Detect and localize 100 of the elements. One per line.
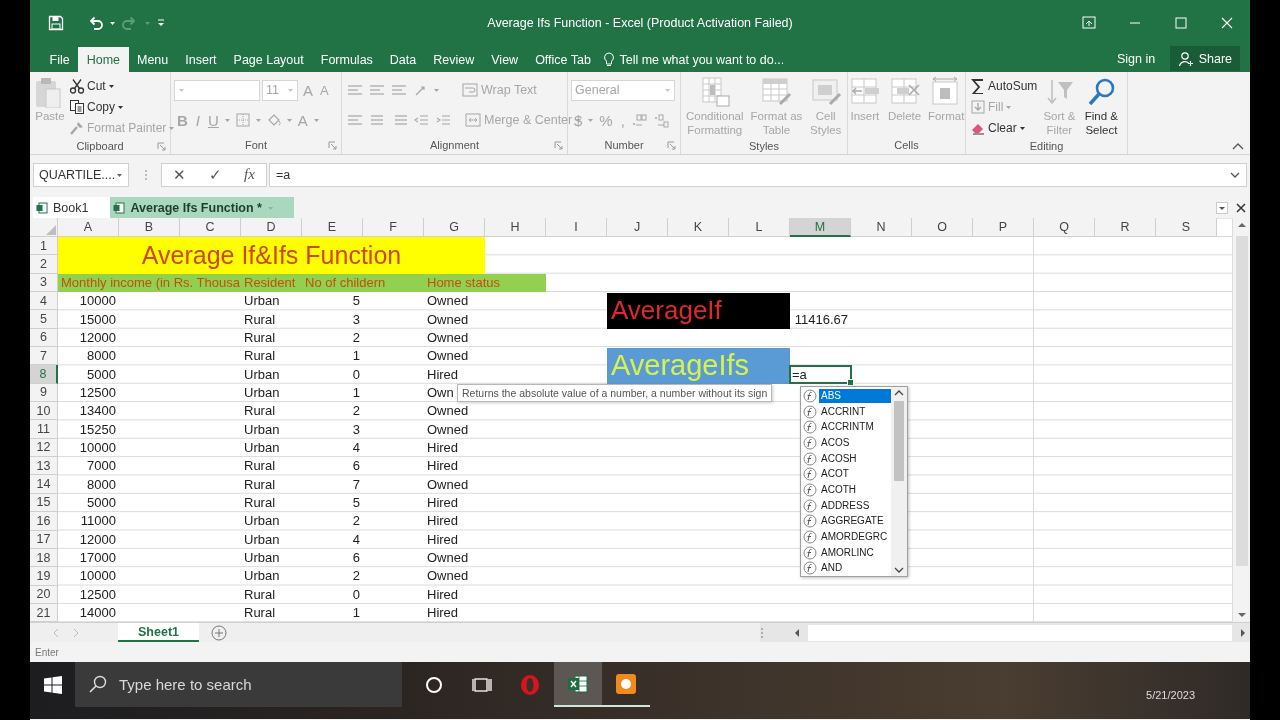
customize-icon[interactable] [156,16,166,29]
ribbon-command[interactable]: Cut [68,75,177,96]
insert-function-button[interactable]: fx [239,166,259,183]
autocomplete-item[interactable]: AMORDEGRC [819,529,891,544]
table-cell-text: 2 [351,568,361,585]
column-header[interactable]: C [180,218,241,237]
autocomplete-item[interactable]: ACOT [819,467,891,482]
ribbon-command[interactable]: Clear [969,117,1039,138]
autocomplete-item[interactable]: ACCRINTM [819,420,891,435]
grip-icon[interactable] [760,626,764,639]
row-header[interactable]: 4 [30,292,58,311]
column-header[interactable]: M [790,218,851,237]
column-header[interactable]: O [912,218,973,237]
column-header[interactable]: D [241,218,302,237]
column-header[interactable]: Q [1034,218,1095,237]
workbook-tab[interactable]: Average Ifs Function * [110,197,294,218]
enter-button[interactable]: ✓ [204,165,226,184]
copy-icon [69,98,85,115]
sheet-tab[interactable]: Sheet1 [118,623,199,642]
table-cell-text: Owned [426,311,470,328]
row-header[interactable]: 19 [30,567,58,586]
dialog-launcher-icon[interactable] [328,140,337,150]
autocomplete-item[interactable]: ACOSH [819,451,891,466]
name-box[interactable]: QUARTILE.... [33,162,129,187]
column-header[interactable]: H [485,218,546,237]
add-sheet-icon[interactable] [211,624,227,641]
cancel-button[interactable]: ✕ [169,165,191,184]
active-cell[interactable]: =a [789,365,852,384]
next-sheet-icon[interactable] [72,627,80,638]
table-cell-text: 12000 [78,329,117,346]
ribbon-command[interactable]: Copy [68,96,177,117]
ribbon-tab[interactable]: Data [381,47,425,72]
column-header[interactable]: K [668,218,729,237]
scroll-thumb[interactable] [808,624,1232,641]
row-header[interactable]: 16 [30,512,58,531]
expand-icon[interactable] [1230,170,1240,179]
autocomplete-item[interactable]: AGGREGATE [819,514,891,529]
ribbon-tab[interactable]: Formulas [312,47,382,72]
spreadsheet-icon [113,201,126,214]
dialog-launcher-icon[interactable] [157,141,166,151]
autocomplete-item[interactable]: ABS [819,388,891,403]
column-header[interactable]: P [973,218,1034,237]
lightbulb-icon [603,51,616,68]
ribbon-tab[interactable]: Home [78,47,129,72]
column-header[interactable]: S [1156,218,1217,237]
row-header[interactable]: 11 [30,420,58,439]
autocomplete-item[interactable]: ACOTH [819,482,891,497]
previous-sheet-icon[interactable] [52,627,60,638]
ribbon-tab[interactable]: Page Layout [225,47,313,72]
autocomplete-item[interactable]: AND [819,561,891,576]
row-header[interactable]: 7 [30,347,58,366]
close-icon[interactable] [1236,202,1246,213]
autocomplete-item[interactable]: ADDRESS [819,498,891,513]
ribbon-command[interactable]: Find & Select [1080,75,1123,138]
row-header[interactable]: 13 [30,457,58,476]
borders-icon [234,112,251,128]
table-cell-text: 10000 [78,568,117,585]
row-header[interactable]: 1 [30,237,58,256]
dialog-launcher-icon[interactable] [554,140,563,150]
sign-in-link[interactable]: Sign in [1108,46,1164,71]
function-icon [803,498,817,513]
dialog-launcher-icon[interactable] [667,140,676,150]
save-icon[interactable] [48,14,64,31]
column-header[interactable]: E [302,218,363,237]
ribbon-tab[interactable]: Review [424,47,483,72]
fill-down-icon [970,98,986,115]
ribbon-command[interactable]: AutoSum [969,75,1039,96]
ring-icon[interactable] [518,672,542,697]
column-header[interactable]: L [729,218,790,237]
ribbon-tab[interactable]: Office Tab [526,47,600,72]
row-header[interactable]: 5 [30,310,58,329]
column-header[interactable]: B [119,218,180,237]
row-header[interactable]: 8 [30,365,58,384]
workbook-tab[interactable]: Book1 [33,197,111,218]
autocomplete-item[interactable]: ACCRINT [819,404,891,419]
windows-icon[interactable] [43,675,62,694]
ribbon-tab[interactable]: Menu [128,47,177,72]
collapse-ribbon-icon[interactable] [1232,142,1244,150]
column-header[interactable]: A [58,218,119,237]
row-header[interactable]: 14 [30,475,58,494]
autocomplete-item[interactable]: AMORLINC [819,545,891,560]
autocomplete-item[interactable]: ACOS [819,435,891,450]
column-header[interactable]: G [424,218,485,237]
column-header[interactable]: J [607,218,668,237]
formula-field[interactable]: =a [269,162,1247,187]
column-header[interactable]: N [851,218,912,237]
recorder-app-icon[interactable] [614,671,638,696]
scroll-thumb[interactable] [894,401,904,481]
tell-me-box[interactable]: Tell me what you want to do... [599,47,793,72]
column-header[interactable]: I [546,218,607,237]
dropdown-icon[interactable] [1216,201,1228,214]
ribbon-tab[interactable]: View [482,47,527,72]
column-header[interactable]: R [1095,218,1156,237]
search-field[interactable]: Type here to search [75,662,402,707]
row-header[interactable]: 2 [30,255,58,274]
column-header[interactable]: F [363,218,424,237]
share-button[interactable]: Share [1169,46,1240,71]
ribbon-tab[interactable]: File [41,47,79,72]
row-header[interactable]: 10 [30,402,58,421]
ribbon-tab[interactable]: Insert [176,47,226,72]
